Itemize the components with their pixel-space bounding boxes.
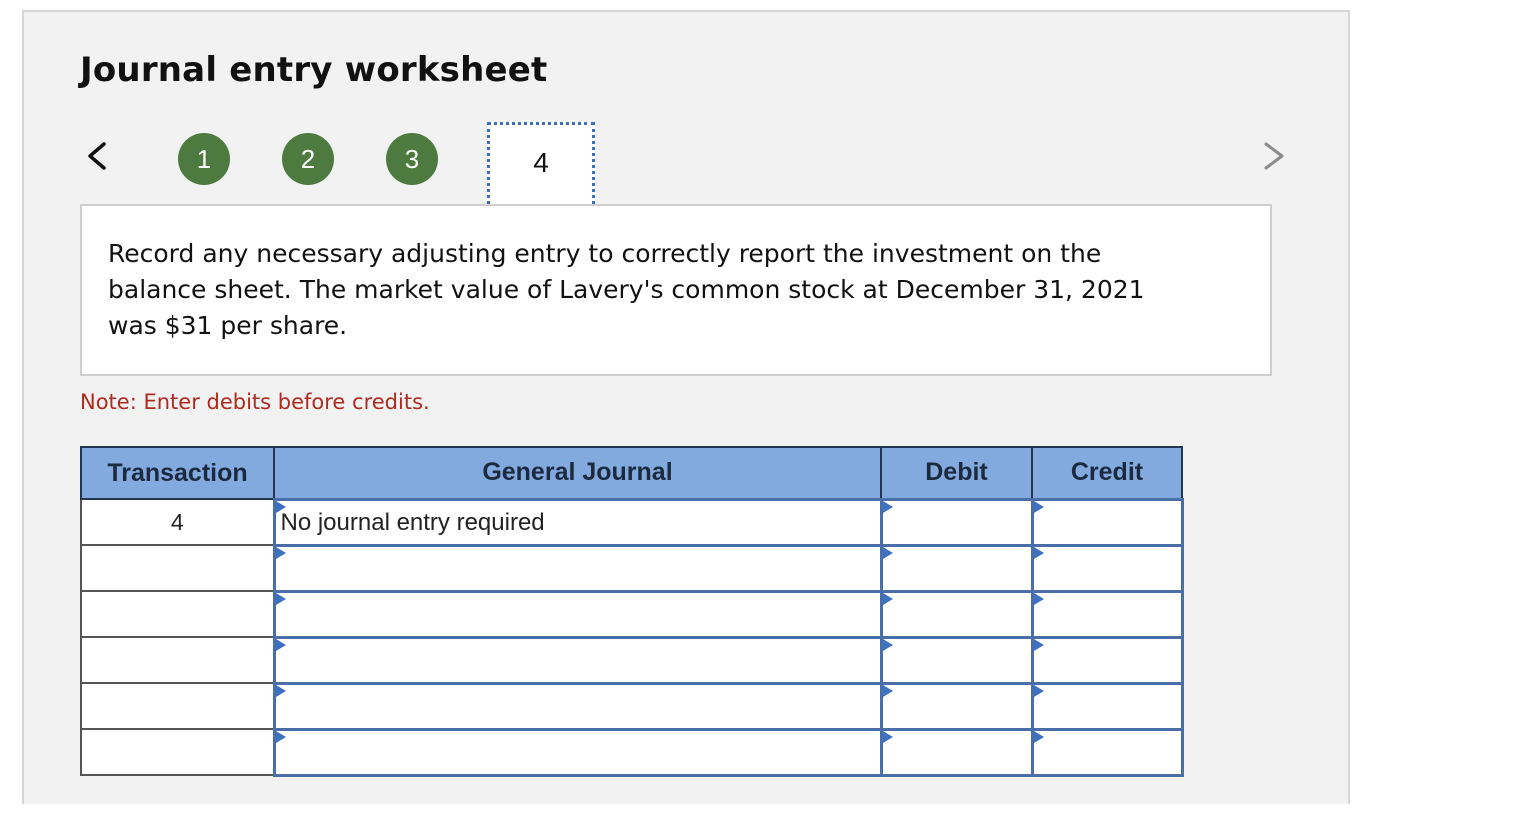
instruction-box: Record any necessary adjusting entry to … [80,204,1272,376]
dropdown-triangle-icon [275,546,286,559]
credit-input[interactable] [1030,635,1184,685]
dropdown-triangle-icon [882,730,893,743]
transaction-cell [80,636,275,684]
dropdown-triangle-icon [1033,546,1044,559]
chevron-left-icon [88,142,106,170]
debit-input[interactable] [879,497,1034,547]
transaction-cell: 4 [80,498,275,546]
header-debit: Debit [880,446,1033,500]
step-4-current[interactable]: 4 [487,122,595,210]
table-row [80,543,1184,593]
step-1-button[interactable]: 1 [178,133,230,185]
table-row [80,635,1184,685]
account-select[interactable] [272,589,883,639]
account-select[interactable]: No journal entry required [272,497,883,547]
debit-input[interactable] [879,727,1034,777]
dropdown-triangle-icon [882,592,893,605]
header-transaction: Transaction [80,446,275,500]
account-select[interactable] [272,681,883,731]
transaction-cell [80,544,275,592]
debit-input[interactable] [879,681,1034,731]
dropdown-triangle-icon [1033,730,1044,743]
account-value: No journal entry required [280,508,545,536]
transaction-cell [80,682,275,730]
table-row [80,589,1184,639]
chevron-right-icon [1264,142,1284,170]
credit-input[interactable] [1030,589,1184,639]
dropdown-triangle-icon [275,730,286,743]
dropdown-triangle-icon [882,638,893,651]
prev-step-button[interactable] [78,136,118,176]
dropdown-triangle-icon [882,546,893,559]
instruction-text: Record any necessary adjusting entry to … [108,239,1145,340]
step-3-button[interactable]: 3 [386,133,438,185]
dropdown-triangle-icon [1033,592,1044,605]
credit-input[interactable] [1030,681,1184,731]
worksheet-title: Journal entry worksheet [80,50,548,90]
account-select[interactable] [272,635,883,685]
credit-input[interactable] [1030,727,1184,777]
table-row [80,681,1184,731]
dropdown-triangle-icon [1033,638,1044,651]
credit-input[interactable] [1030,497,1184,547]
dropdown-triangle-icon [275,638,286,651]
header-row: Transaction General Journal Debit Credit [80,446,1183,500]
dropdown-triangle-icon [1033,684,1044,697]
transaction-cell [80,728,275,776]
account-select[interactable] [272,727,883,777]
journal-table: Transaction General Journal Debit Credit… [80,446,1184,777]
table-row [80,727,1184,777]
transaction-cell [80,590,275,638]
credit-input[interactable] [1030,543,1184,593]
dropdown-triangle-icon [275,684,286,697]
header-general-journal: General Journal [273,446,882,500]
next-step-button[interactable] [1254,136,1294,176]
step-2-button[interactable]: 2 [282,133,334,185]
header-credit: Credit [1031,446,1183,500]
debit-input[interactable] [879,589,1034,639]
dropdown-triangle-icon [1033,500,1044,513]
account-select[interactable] [272,543,883,593]
note-text: Note: Enter debits before credits. [80,390,430,414]
debit-input[interactable] [879,635,1034,685]
table-row: 4 No journal entry required [80,497,1184,547]
dropdown-triangle-icon [882,500,893,513]
dropdown-triangle-icon [882,684,893,697]
dropdown-triangle-icon [275,592,286,605]
debit-input[interactable] [879,543,1034,593]
